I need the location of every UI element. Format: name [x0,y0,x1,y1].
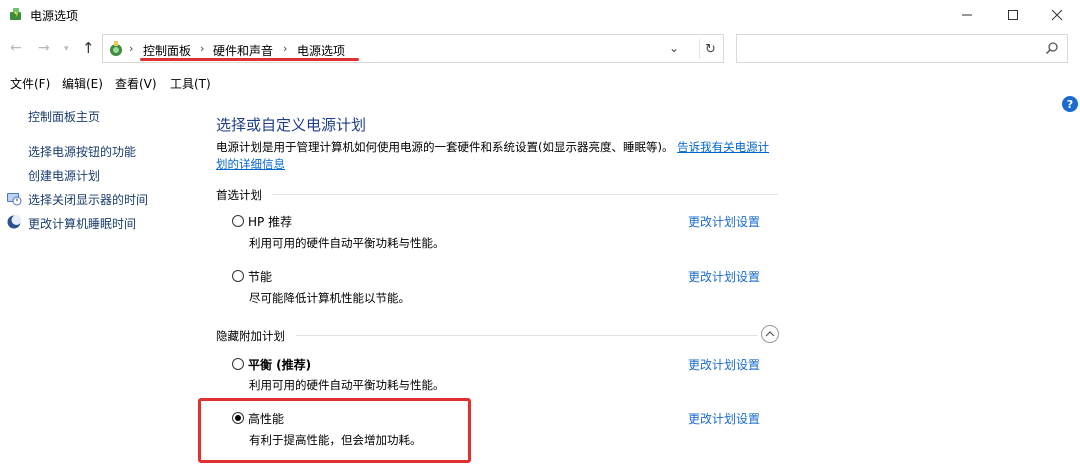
chevron-up-icon [765,331,775,337]
change-plan-settings-link[interactable]: 更改计划设置 [688,213,760,230]
preferred-plans-label: 首选计划 [216,188,262,202]
collapse-button[interactable] [761,325,779,343]
plan-radio-hp[interactable] [232,215,244,227]
minimize-icon [962,14,972,16]
power-options-icon [10,8,21,20]
sidebar-item-sleep-time[interactable]: 更改计算机睡眠时间 [28,215,136,232]
menu-file[interactable]: 文件(F) [10,75,50,92]
moon-icon [7,215,22,229]
menu-bar: 文件(F) 编辑(E) 查看(V) 工具(T) [0,70,1080,94]
plan-desc-balanced: 利用可用的硬件自动平衡功耗与性能。 [249,378,445,392]
sidebar-item-create-plan[interactable]: 创建电源计划 [28,167,100,184]
up-arrow-icon[interactable]: ↑ [82,39,95,57]
search-icon [1045,42,1058,55]
sidebar-item-display-off-time[interactable]: 选择关闭显示器的时间 [28,191,148,208]
minimize-button[interactable] [944,0,990,30]
sidebar-item-control-panel-home[interactable]: 控制面板主页 [28,108,100,125]
close-icon [1051,9,1063,21]
title-bar: 电源选项 [0,0,1080,30]
navigation-bar: ← → ▾ ↑ › 控制面板 › 硬件和声音 › 电源选项 ⌄ ↻ [0,30,1080,68]
change-plan-settings-link[interactable]: 更改计划设置 [688,410,760,427]
breadcrumb-separator-icon: › [283,42,288,55]
plan-desc-power-saver: 尽可能降低计算机性能以节能。 [249,291,410,305]
refresh-button[interactable]: ↻ [699,39,721,59]
sidebar-item-power-button[interactable]: 选择电源按钮的功能 [28,143,136,160]
back-arrow-icon[interactable]: ← [10,40,22,56]
window-title: 电源选项 [30,9,79,23]
breadcrumb-control-panel[interactable]: 控制面板 [143,42,191,59]
chevron-down-icon[interactable]: ⌄ [669,41,679,55]
breadcrumb-hardware-sound[interactable]: 硬件和声音 [213,42,273,59]
breadcrumb-separator-icon: › [200,42,205,55]
plan-radio-balanced[interactable] [232,358,244,370]
plan-name-balanced[interactable]: 平衡 (推荐) [248,356,311,373]
refresh-icon: ↻ [705,41,716,57]
plan-name-power-saver[interactable]: 节能 [248,268,272,285]
forward-arrow-icon[interactable]: → [38,40,50,56]
search-input[interactable] [736,34,1068,63]
menu-view[interactable]: 查看(V) [115,75,157,92]
change-plan-settings-link[interactable]: 更改计划设置 [688,268,760,285]
help-icon[interactable]: ? [1062,96,1078,112]
page-title: 选择或自定义电源计划 [216,116,367,134]
highlight-box [198,398,471,463]
change-plan-settings-link[interactable]: 更改计划设置 [688,356,760,373]
hidden-plans-label: 隐藏附加计划 [216,329,285,343]
monitor-clock-icon [7,193,22,206]
description-text: 电源计划是用于管理计算机如何使用电源的一套硬件和系统设置(如显示器亮度、睡眠等)… [216,140,674,154]
group-divider [296,335,758,336]
breadcrumb-separator-icon: › [129,42,134,55]
recent-locations-icon[interactable]: ▾ [64,44,69,54]
control-panel-icon [110,41,122,56]
menu-tools[interactable]: 工具(T) [170,75,211,92]
page-description: 电源计划是用于管理计算机如何使用电源的一套硬件和系统设置(如显示器亮度、睡眠等)… [216,139,776,173]
maximize-icon [1008,10,1018,20]
breadcrumb-power-options[interactable]: 电源选项 [297,42,345,59]
maximize-button[interactable] [990,0,1036,30]
highlight-underline [140,58,359,61]
plan-name-hp[interactable]: HP 推荐 [248,213,292,230]
plan-radio-power-saver[interactable] [232,270,244,282]
close-button[interactable] [1034,0,1080,30]
group-divider [272,194,778,195]
menu-edit[interactable]: 编辑(E) [62,75,103,92]
plan-desc-hp: 利用可用的硬件自动平衡功耗与性能。 [249,236,445,250]
